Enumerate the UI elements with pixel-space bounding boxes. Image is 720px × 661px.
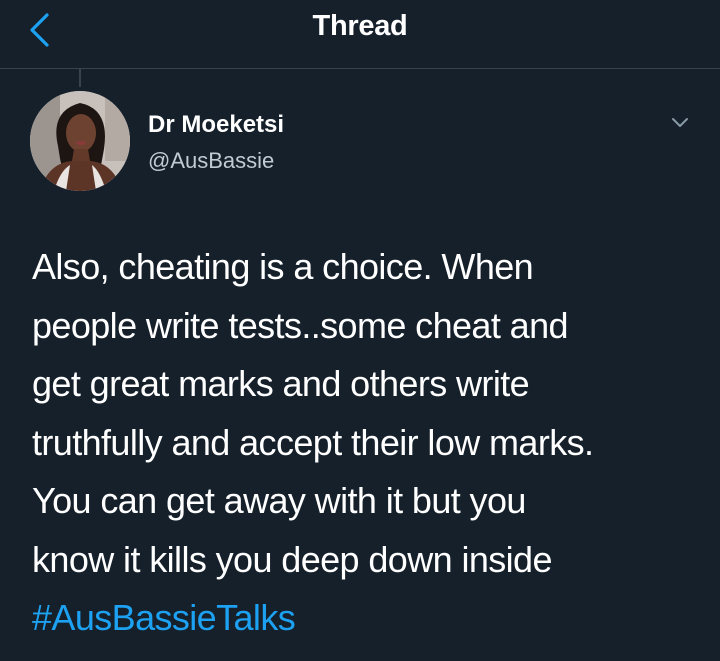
hashtag-link[interactable]: #AusBassieTalks — [32, 589, 702, 648]
page-title: Thread — [312, 10, 408, 42]
author-handle[interactable]: @AusBassie — [148, 148, 274, 174]
chevron-down-icon — [672, 118, 688, 127]
profile-photo — [30, 91, 130, 191]
thread-header: Thread — [0, 0, 720, 69]
avatar[interactable] — [30, 91, 130, 191]
tweet-text-line: know it kills you deep down inside — [32, 538, 553, 580]
tweet-text-line: people write tests..some cheat and — [32, 304, 569, 346]
author-name[interactable]: Dr Moeketsi — [148, 111, 284, 139]
tweet-menu-button[interactable] — [664, 108, 696, 138]
tweet-text-line: get great marks and others write — [32, 363, 530, 404]
tweet-text-line: Also, cheating is a choice. When — [32, 246, 534, 287]
thread-connector-line — [79, 69, 81, 87]
tweet-text-line: truthfully and accept their low marks. — [32, 421, 594, 463]
tweet-text-line: You can get away with it but you — [32, 480, 526, 521]
tweet-text: Also, cheating is a choice. When people … — [32, 238, 702, 648]
